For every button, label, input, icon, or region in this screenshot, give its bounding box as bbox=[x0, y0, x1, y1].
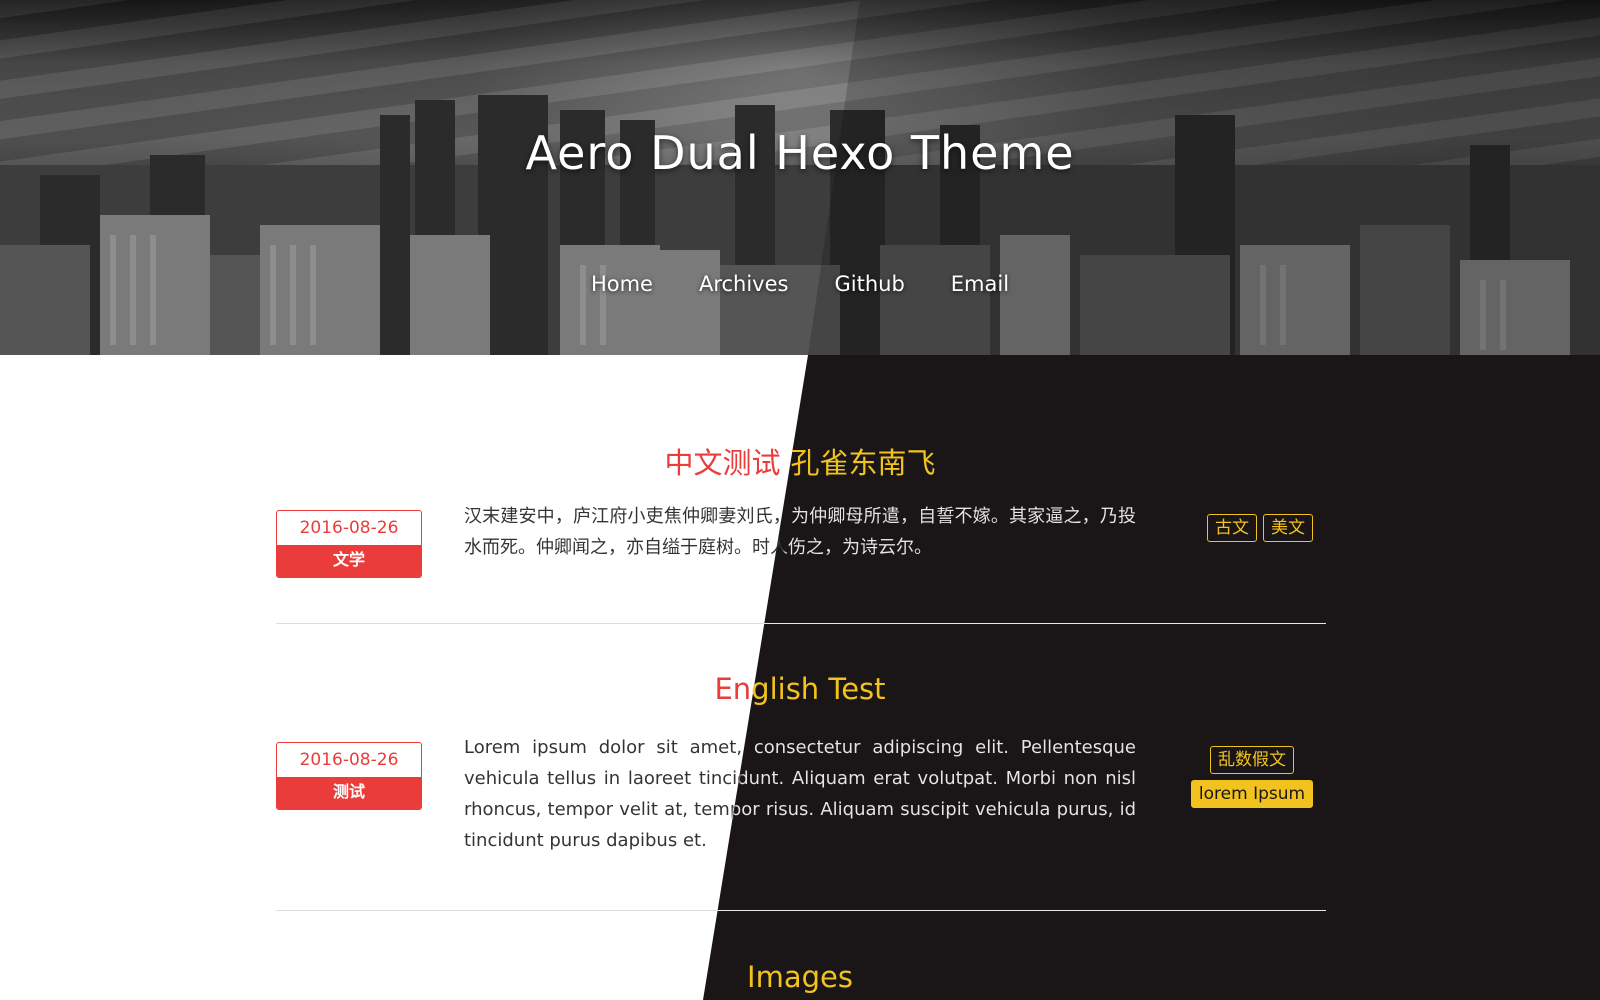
post-date: 2016-08-26 bbox=[299, 750, 399, 770]
tag-luanshu[interactable]: 乱数假文 bbox=[1210, 746, 1294, 774]
post-title-left[interactable]: En bbox=[714, 672, 751, 706]
tag-meiwen[interactable]: 美文 bbox=[1263, 514, 1313, 542]
post-date-box: 2016-08-26 文学 bbox=[276, 510, 422, 578]
main-nav: Home Archives Github Email bbox=[0, 272, 1600, 296]
post-category[interactable]: 测试 bbox=[277, 777, 421, 809]
post-title[interactable]: English Test bbox=[0, 672, 1600, 706]
nav-home[interactable]: Home bbox=[591, 272, 653, 296]
post-excerpt: 汉末建安中，庐江府小吏焦仲卿妻刘氏，为仲卿母所遣，自誓不嫁。其家逼之，乃投水而死… bbox=[464, 501, 1136, 563]
post-title[interactable]: 中文测试 孔雀东南飞 bbox=[0, 440, 1600, 482]
post-date: 2016-08-26 bbox=[299, 518, 399, 538]
post-date-box: 2016-08-26 测试 bbox=[276, 742, 422, 810]
post-title-right[interactable]: glish Test bbox=[751, 672, 885, 706]
nav-archives[interactable]: Archives bbox=[699, 272, 789, 296]
post-title-left[interactable]: 中文测试 bbox=[664, 446, 780, 480]
tag-lorem-ipsum[interactable]: lorem Ipsum bbox=[1190, 780, 1314, 808]
nav-github[interactable]: Github bbox=[834, 272, 904, 296]
post-title-right[interactable]: 孔雀东南飞 bbox=[791, 446, 936, 480]
post-title[interactable]: Images bbox=[0, 960, 1600, 994]
post-title-right[interactable]: Images bbox=[747, 960, 853, 994]
post-tags: 古文 美文 bbox=[1190, 514, 1330, 542]
nav-email[interactable]: Email bbox=[951, 272, 1009, 296]
site-title[interactable]: Aero Dual Hexo Theme bbox=[0, 126, 1600, 180]
post-excerpt: Lorem ipsum dolor sit amet, consectetur … bbox=[464, 732, 1136, 856]
post-tags: 乱数假文 lorem Ipsum bbox=[1180, 746, 1324, 808]
tag-guwen[interactable]: 古文 bbox=[1207, 514, 1257, 542]
hero-header: Aero Dual Hexo Theme Home Archives Githu… bbox=[0, 0, 1600, 355]
post-list: 中文测试 孔雀东南飞 2016-08-26 文学 汉末建安中，庐江府小吏焦仲卿妻刘… bbox=[0, 355, 1600, 1000]
post-category[interactable]: 文学 bbox=[277, 545, 421, 577]
